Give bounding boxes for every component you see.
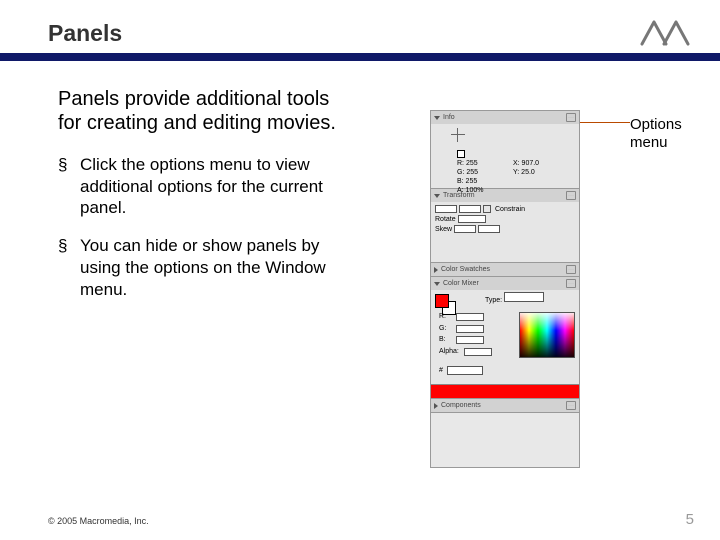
info-x: X: 907.0 xyxy=(513,160,539,167)
alpha-input xyxy=(464,348,492,356)
options-menu-icon xyxy=(566,401,576,410)
mixer-alpha-label: Alpha: xyxy=(439,347,461,358)
info-a: A: 100% xyxy=(457,187,483,194)
skew-v-input xyxy=(478,225,500,233)
panel-title: Info xyxy=(443,114,455,121)
collapse-icon xyxy=(434,194,440,198)
r-input xyxy=(456,313,484,321)
width-input xyxy=(435,205,457,213)
skew-h-input xyxy=(454,225,476,233)
page-title: Panels xyxy=(48,20,720,47)
panel-title: Color Swatches xyxy=(441,266,490,273)
color-preview xyxy=(431,384,579,398)
color-swatches-panel-header: Color Swatches xyxy=(431,263,579,276)
info-b: B: 255 xyxy=(457,178,477,185)
collapse-icon xyxy=(434,282,440,286)
bullet-item: Click the options menu to view additiona… xyxy=(58,154,358,219)
panels-screenshot: Info R: 255 G: 255 B: 255 A: 100% X: 907… xyxy=(430,110,580,468)
color-picker xyxy=(519,312,575,358)
skew-label: Skew xyxy=(435,226,452,233)
callout-label: Options menu xyxy=(630,116,700,152)
expand-icon xyxy=(434,267,438,273)
rotate-label: Rotate xyxy=(435,216,456,223)
rotate-input xyxy=(458,215,486,223)
g-input xyxy=(456,325,484,333)
constrain-label: Constrain xyxy=(495,206,525,213)
options-menu-icon xyxy=(566,191,576,200)
type-label: Type: xyxy=(485,297,502,304)
page-number: 5 xyxy=(686,511,694,528)
hex-input xyxy=(447,366,483,375)
intro-text: Panels provide additional tools for crea… xyxy=(58,87,358,136)
copyright-footer: © 2005 Macromedia, Inc. xyxy=(48,516,149,526)
panel-title: Components xyxy=(441,402,481,409)
mixer-g-label: G: xyxy=(439,324,453,335)
crosshair-icon xyxy=(451,128,465,142)
mixer-r-label: R: xyxy=(439,312,453,323)
callout-leader-line xyxy=(574,122,630,123)
b-input xyxy=(456,336,484,344)
constrain-checkbox xyxy=(483,205,491,213)
info-panel-header: Info xyxy=(431,111,579,124)
transform-panel-header: Transform xyxy=(431,189,579,202)
height-input xyxy=(459,205,481,213)
type-dropdown xyxy=(504,292,544,302)
bullet-item: You can hide or show panels by using the… xyxy=(58,235,358,300)
info-y: Y: 25.0 xyxy=(513,169,535,176)
color-swatch-icon xyxy=(457,150,465,158)
hex-label: # xyxy=(439,367,443,374)
mixer-b-label: B: xyxy=(439,335,453,346)
info-r: R: 255 xyxy=(457,160,478,167)
options-menu-icon xyxy=(566,113,576,122)
expand-icon xyxy=(434,403,438,409)
collapse-icon xyxy=(434,116,440,120)
panel-title: Color Mixer xyxy=(443,280,479,287)
logo-icon xyxy=(636,14,694,50)
options-menu-icon xyxy=(566,265,576,274)
components-panel-header: Components xyxy=(431,399,579,412)
color-mixer-panel-header: Color Mixer xyxy=(431,277,579,290)
info-g: G: 255 xyxy=(457,169,478,176)
options-menu-icon xyxy=(566,279,576,288)
divider-bar xyxy=(0,53,720,61)
